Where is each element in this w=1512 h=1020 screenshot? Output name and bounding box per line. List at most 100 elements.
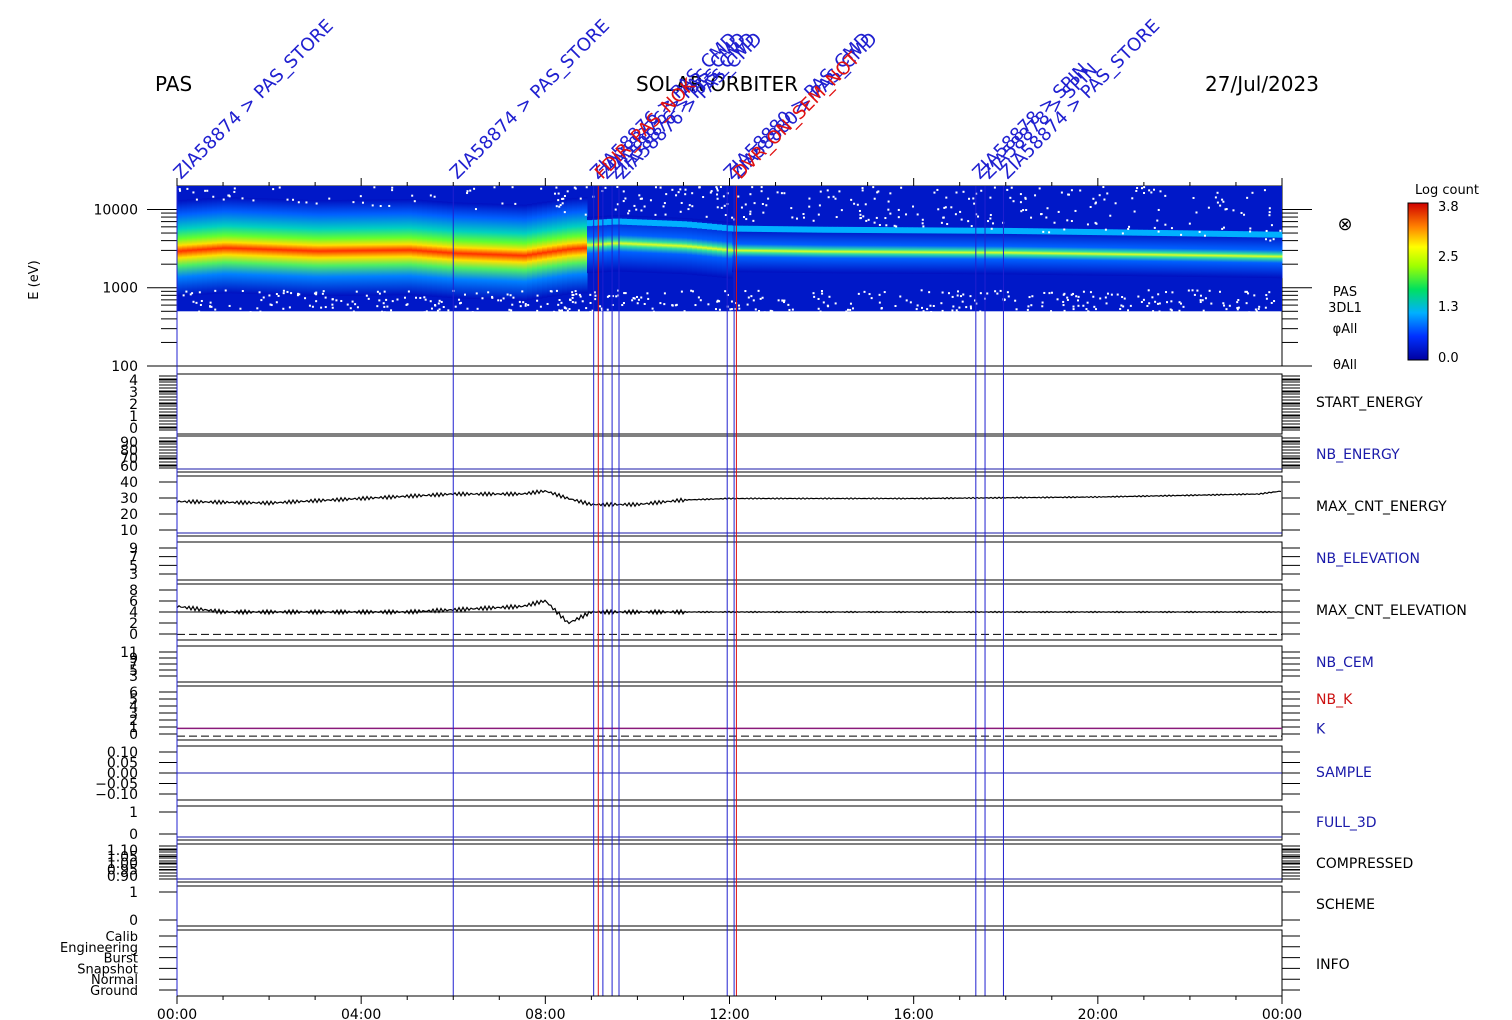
spectrogram-band [1212,233,1218,278]
spectrogram-speckle [969,295,972,298]
colorbar-ticks: 3.8 2.5 1.3 0.0 [1438,200,1459,366]
spectrogram-speckle [1079,189,1082,192]
spectrogram-band [862,230,868,274]
spectrogram-alpha-band [1007,227,1013,234]
spectrogram-speckle [1056,298,1059,301]
spectrogram-band [412,199,418,296]
spectrogram-band [252,198,258,295]
spectrogram-alpha-band [822,226,828,233]
spectrogram-band [1157,233,1163,277]
spectrogram-speckle [861,187,864,190]
spectrogram-speckle [1258,305,1261,308]
spectrogram-speckle [1179,302,1182,305]
spectrogram-alpha-band [617,218,623,225]
spectrogram-alpha-band [1132,229,1138,236]
spectrogram-speckle [297,292,300,295]
spectrogram-speckle [760,186,763,189]
spectrogram-speckle [1151,296,1154,299]
spectrogram-band [1027,231,1033,275]
spectrogram-speckle [865,219,868,222]
spectrogram-speckle [952,305,955,308]
spectrogram-speckle [466,307,469,310]
spectrogram-band [1012,231,1018,275]
spectrogram-band [372,199,378,296]
spectrogram-band [742,228,748,273]
spectrogram-alpha-band [1262,231,1268,238]
spectrogram-speckle [569,299,572,302]
spectrogram-speckle [459,301,462,304]
spectrogram-alpha-band [722,224,728,231]
spectrogram-band [1102,232,1108,276]
spectrogram-band [802,229,808,274]
spectrogram-speckle [405,303,408,306]
spectrogram-speckle [663,303,666,306]
spectrogram-speckle [916,213,919,216]
time-tick-label: 12:00 [709,1007,749,1020]
spectrogram-speckle [1265,297,1268,300]
spectrogram-alpha-band [677,221,683,228]
spectrogram-speckle [671,304,674,307]
spectrogram-speckle [1192,196,1195,199]
spectrogram-speckle [760,190,763,193]
spectrogram-speckle [893,224,896,227]
spectrogram-band [417,199,423,296]
spectrogram-speckle [241,289,244,292]
spectrogram-speckle [922,310,925,313]
spectrogram-alpha-band [1152,229,1158,236]
spectrogram-speckle [849,302,852,305]
spectrogram-alpha-band [797,226,803,233]
spectrogram-speckle [912,205,915,208]
spectrogram-speckle [1082,290,1085,293]
spectrogram-speckle [493,186,496,189]
spectrogram-band [1052,231,1058,276]
spectrogram-speckle [1010,186,1013,189]
spectrogram-speckle [192,191,195,194]
spectrogram-band [792,229,798,273]
spectrogram-alpha-band [1147,229,1153,236]
spectrogram-speckle [182,294,185,297]
spectrogram-alpha-band [737,225,743,232]
spectrogram-speckle [791,216,794,219]
spectrogram-speckle [624,197,627,200]
spectrogram-speckle [980,189,983,192]
spectrogram-speckle [1246,196,1249,199]
spectrogram-speckle [564,306,567,309]
spectrogram-speckle [850,198,853,201]
spectrogram-alpha-band [1257,231,1263,238]
spectrogram-band [747,228,753,273]
spectrogram-speckle [466,192,469,195]
spectrogram-speckle [367,297,370,300]
spectrogram-speckle [663,202,666,205]
spectrogram-speckle [379,205,382,208]
spectrogram-band [837,229,843,274]
spectrogram-band [807,229,813,274]
spectrogram-alpha-band [1212,230,1218,237]
spectrogram-band [867,230,873,274]
spectrogram-speckle [1022,209,1025,212]
spectrogram-speckle [1123,297,1126,300]
spectrogram-speckle [419,296,422,299]
spectrogram-speckle [1199,301,1202,304]
spectrogram-alpha-band [637,219,643,226]
spectrogram-speckle [487,291,490,294]
spectrogram-speckle [1099,297,1102,300]
spectrogram-band [352,199,358,296]
spectrogram-speckle [563,194,566,197]
spectrogram-speckle [883,291,886,294]
spectrogram-speckle [340,299,343,302]
spectrogram-band [1147,232,1153,277]
spectrogram-band [1227,234,1233,278]
spectrogram-alpha-band [682,221,688,228]
spectrogram-speckle [783,299,786,302]
spectrogram-alpha-band [837,226,843,233]
spectrogram-speckle [662,205,665,208]
spectrogram-band [442,201,448,298]
spectrogram-band [842,229,848,274]
spectrogram-speckle [654,186,657,189]
spectrogram-band [497,203,503,300]
spectrogram-speckle [795,217,798,220]
panel-label: MAX_CNT_ELEVATION [1316,603,1467,619]
spectrogram-speckle [1148,302,1151,305]
spectrogram-speckle [1136,187,1139,190]
spectrogram-speckle [716,189,719,192]
